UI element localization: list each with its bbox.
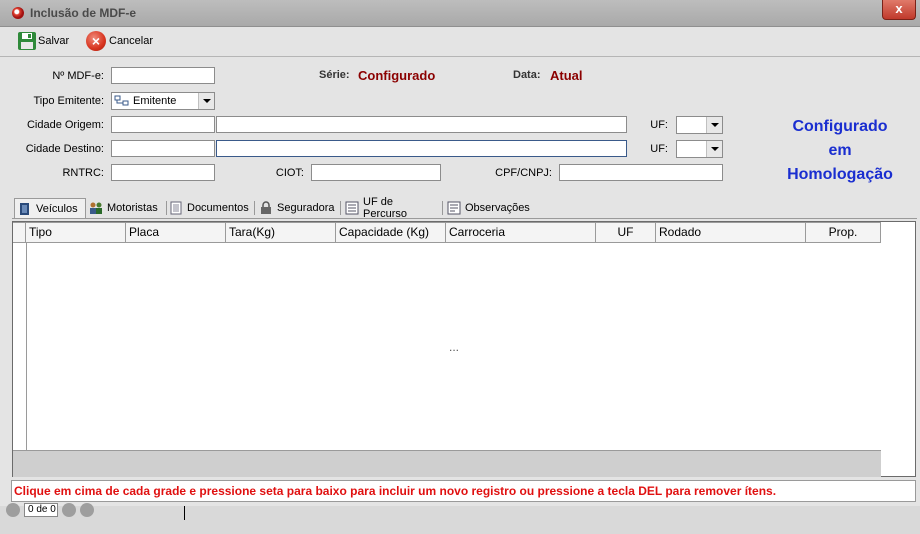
column-header[interactable]: Rodado — [656, 222, 806, 243]
document-icon — [169, 201, 183, 215]
row-indicator-header — [13, 222, 26, 243]
emitente-icon — [114, 95, 130, 107]
tab-veiculos[interactable]: Veículos — [14, 198, 86, 219]
row-indicator-column — [13, 243, 27, 450]
column-header[interactable]: Capacidade (Kg) — [336, 222, 446, 243]
env-line-1: Configurado — [792, 118, 888, 135]
numero-label: Nº MDF-e: — [52, 70, 104, 82]
column-header[interactable]: Tipo — [26, 222, 126, 243]
people-icon — [89, 201, 103, 215]
veiculos-grid[interactable]: Tipo Placa Tara(Kg) Capacidade (Kg) Carr… — [12, 221, 916, 477]
serie-label: Série: — [319, 69, 350, 81]
uf-destino-select[interactable] — [676, 140, 723, 158]
tab-motoristas[interactable]: Motoristas — [86, 198, 167, 218]
background-pager: 0 de 0 — [6, 502, 98, 518]
last-page-icon[interactable] — [80, 503, 94, 517]
tab-label: UF de Percurso — [363, 196, 408, 220]
tab-observacoes[interactable]: Observações — [444, 198, 538, 218]
first-page-icon[interactable] — [6, 503, 20, 517]
uf-origem-label: UF: — [650, 119, 668, 131]
cancel-icon: × — [86, 31, 106, 51]
serie-value: Configurado — [358, 68, 436, 83]
mdfe-window: Inclusão de MDF-e x Salvar × Cancelar Nº… — [0, 0, 920, 506]
lock-icon — [259, 201, 273, 215]
tab-separator — [442, 201, 443, 215]
pager-input[interactable]: 0 de 0 — [24, 503, 58, 517]
app-icon — [12, 7, 24, 19]
cidade-origem-name-input[interactable] — [216, 116, 627, 133]
tipo-emitente-select[interactable]: Emitente — [111, 92, 215, 110]
toolbar: Salvar × Cancelar — [0, 27, 920, 57]
chevron-down-icon — [198, 93, 214, 109]
uf-destino-label: UF: — [650, 143, 668, 155]
column-header[interactable]: Carroceria — [446, 222, 596, 243]
grid-header: Tipo Placa Tara(Kg) Capacidade (Kg) Carr… — [13, 222, 881, 243]
status-message-bar: Clique em cima de cada grade e pressione… — [11, 480, 916, 502]
chevron-down-icon — [706, 141, 722, 157]
chevron-down-icon — [706, 117, 722, 133]
close-button[interactable]: x — [882, 0, 916, 20]
list-icon — [345, 201, 359, 215]
door-icon — [18, 202, 32, 216]
cidade-destino-label: Cidade Destino: — [25, 143, 104, 155]
cidade-origem-code-input[interactable] — [111, 116, 215, 133]
tab-label: Veículos — [36, 203, 78, 215]
rntrc-label: RNTRC: — [62, 167, 104, 179]
tab-separator — [254, 201, 255, 215]
column-header[interactable]: Tara(Kg) — [226, 222, 336, 243]
tipo-emitente-value: Emitente — [133, 95, 177, 107]
data-value: Atual — [550, 68, 583, 83]
floppy-disk-icon — [16, 30, 38, 52]
cpf-cnpj-input[interactable] — [559, 164, 723, 181]
rntrc-input[interactable] — [111, 164, 215, 181]
environment-message: Configurado em Homologação — [772, 115, 908, 187]
save-button[interactable]: Salvar — [16, 30, 69, 52]
tab-strip: Veículos Motoristas Documentos Segurador… — [12, 196, 918, 220]
tab-label: Seguradora — [277, 202, 335, 214]
window-title: Inclusão de MDF-e — [30, 6, 137, 20]
tab-underline — [12, 218, 917, 219]
column-header[interactable]: UF — [596, 222, 656, 243]
save-label: Salvar — [38, 35, 70, 47]
tab-separator — [340, 201, 341, 215]
cidade-origem-label: Cidade Origem: — [26, 119, 104, 131]
status-message: Clique em cima de cada grade e pressione… — [14, 484, 777, 498]
cancel-button[interactable]: × Cancelar — [86, 30, 153, 52]
data-label: Data: — [513, 69, 541, 81]
text-cursor-marker — [184, 506, 201, 520]
numero-input[interactable] — [111, 67, 215, 84]
uf-origem-select[interactable] — [676, 116, 723, 134]
tab-documentos[interactable]: Documentos — [166, 198, 255, 218]
tab-label: Documentos — [187, 202, 249, 214]
title-bar: Inclusão de MDF-e x — [0, 0, 920, 27]
tab-label: Motoristas — [107, 202, 158, 214]
ciot-label: CIOT: — [275, 167, 304, 179]
tipo-emitente-label: Tipo Emitente: — [33, 95, 104, 107]
column-header[interactable]: Prop. — [806, 222, 881, 243]
cpf-cnpj-label: CPF/CNPJ: — [495, 167, 552, 179]
grid-empty-marker: ... — [449, 340, 460, 354]
next-page-icon[interactable] — [62, 503, 76, 517]
tab-label: Observações — [465, 202, 530, 214]
cidade-destino-name-input[interactable] — [216, 140, 627, 157]
tab-seguradora[interactable]: Seguradora — [256, 198, 341, 218]
env-line-3: Homologação — [787, 166, 893, 183]
cancel-label: Cancelar — [109, 35, 154, 47]
background-window — [0, 506, 920, 534]
cidade-destino-code-input[interactable] — [111, 140, 215, 157]
grid-footer — [13, 450, 881, 477]
ciot-input[interactable] — [311, 164, 441, 181]
notes-icon — [447, 201, 461, 215]
tab-uf-percurso[interactable]: UF de Percurso — [342, 196, 443, 220]
env-line-2: em — [828, 142, 852, 159]
column-header[interactable]: Placa — [126, 222, 226, 243]
